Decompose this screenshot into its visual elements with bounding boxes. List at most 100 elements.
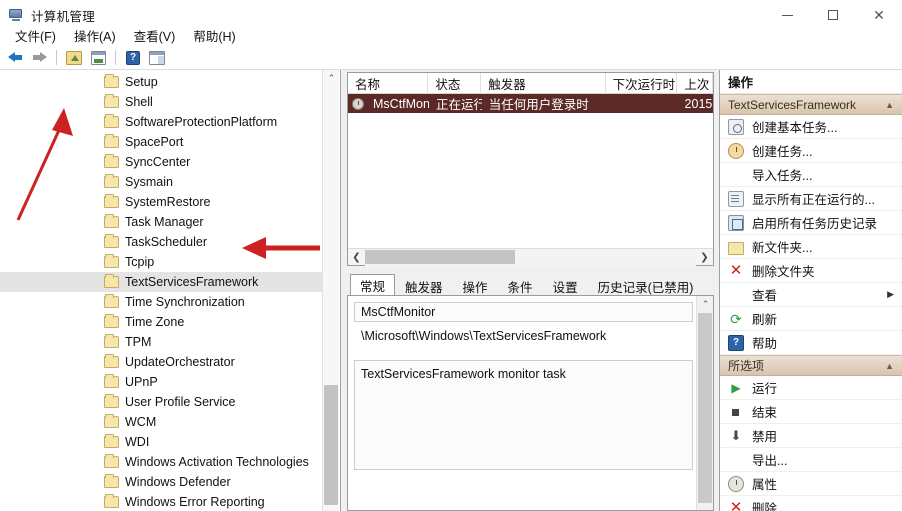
tree-item[interactable]: Setup bbox=[0, 72, 322, 92]
tree-item[interactable]: Sysmain bbox=[0, 172, 322, 192]
action-item[interactable]: 显示所有正在运行的... bbox=[720, 187, 902, 211]
tree-item[interactable]: User Profile Service bbox=[0, 392, 322, 412]
export-icon bbox=[728, 452, 744, 468]
tree-item[interactable]: WDI bbox=[0, 432, 322, 452]
detail-scroll-up-icon[interactable]: ⌃ bbox=[697, 296, 713, 313]
chevron-up-icon[interactable]: ▲ bbox=[885, 100, 894, 110]
tree-item-label: Windows Defender bbox=[125, 475, 231, 489]
menu-file[interactable]: 文件(F) bbox=[6, 24, 65, 47]
action-item[interactable]: ✕ 删除文件夹 bbox=[720, 259, 902, 283]
tree-item[interactable]: SoftwareProtectionPlatform bbox=[0, 112, 322, 132]
action-item[interactable]: ? 帮助 bbox=[720, 331, 902, 355]
tree-item[interactable]: UpdateOrchestrator bbox=[0, 352, 322, 372]
column-header[interactable]: 触发器 bbox=[481, 73, 606, 94]
action-item[interactable]: ✕ 删除 bbox=[720, 496, 902, 511]
hscroll-right-icon[interactable]: ❯ bbox=[696, 249, 713, 266]
action-item[interactable]: 新文件夹... bbox=[720, 235, 902, 259]
task-list-horizontal-scrollbar[interactable]: ❮ ❯ bbox=[348, 248, 713, 266]
tab-3[interactable]: 条件 bbox=[498, 276, 543, 295]
action-item[interactable]: 导出... bbox=[720, 448, 902, 472]
task-name-field: MsCtfMonitor bbox=[354, 302, 693, 322]
tree-item[interactable]: SystemRestore bbox=[0, 192, 322, 212]
tree-item[interactable]: Task Manager bbox=[0, 212, 322, 232]
column-header[interactable]: 上次 bbox=[677, 73, 713, 94]
tree-item-label: UPnP bbox=[125, 375, 158, 389]
column-header[interactable]: 下次运行时间 bbox=[606, 73, 678, 94]
forward-arrow-icon bbox=[32, 51, 47, 64]
tree-item[interactable]: Windows Defender bbox=[0, 472, 322, 492]
action-item[interactable]: 创建任务... bbox=[720, 139, 902, 163]
hscroll-thumb[interactable] bbox=[365, 249, 515, 264]
hscroll-track[interactable] bbox=[365, 248, 696, 266]
create-task-icon bbox=[728, 142, 744, 159]
tree-item[interactable]: Shell bbox=[0, 92, 322, 112]
tree-scroll-up-icon[interactable]: ⌃ bbox=[323, 70, 340, 87]
action-item[interactable]: ⟳ 刷新 bbox=[720, 307, 902, 331]
tree-item[interactable]: Tcpip bbox=[0, 252, 322, 272]
detail-vertical-scrollbar[interactable]: ⌃ bbox=[696, 296, 713, 510]
action-item[interactable]: 结束 bbox=[720, 400, 902, 424]
up-one-level-button[interactable] bbox=[63, 48, 85, 68]
action-item[interactable]: 导入任务... bbox=[720, 163, 902, 187]
forward-button[interactable] bbox=[28, 48, 50, 68]
detail-scroll-thumb[interactable] bbox=[698, 313, 712, 503]
action-item[interactable]: 属性 bbox=[720, 472, 902, 496]
tree-item-label: WDI bbox=[125, 435, 150, 449]
clock-icon bbox=[352, 97, 364, 110]
action-item[interactable]: 创建基本任务... bbox=[720, 115, 902, 139]
tab-5[interactable]: 历史记录(已禁用) bbox=[588, 276, 704, 295]
tree-item[interactable]: Time Synchronization bbox=[0, 292, 322, 312]
column-header[interactable]: 状态 bbox=[428, 73, 482, 94]
tree-item-label: Windows Activation Technologies bbox=[125, 455, 309, 469]
folder-icon bbox=[104, 254, 119, 268]
column-header[interactable]: 名称 bbox=[348, 73, 429, 94]
action-item[interactable]: ⬇ 禁用 bbox=[720, 424, 902, 448]
action-item[interactable]: 启用所有任务历史记录 bbox=[720, 211, 902, 235]
tab-label: 条件 bbox=[507, 280, 533, 295]
actions-pane-title: 操作 bbox=[720, 70, 902, 94]
help-button[interactable]: ? bbox=[122, 48, 144, 68]
actions-section-header[interactable]: TextServicesFramework ▲ bbox=[720, 94, 902, 115]
tree-item[interactable]: TaskScheduler bbox=[0, 232, 322, 252]
tree-item[interactable]: WCM bbox=[0, 412, 322, 432]
tab-2[interactable]: 操作 bbox=[453, 276, 498, 295]
tree-vertical-scrollbar[interactable]: ⌃ bbox=[322, 70, 339, 511]
tab-0[interactable]: 常规 bbox=[350, 274, 396, 295]
tree-scroll-thumb[interactable] bbox=[324, 385, 338, 505]
tab-4[interactable]: 设置 bbox=[543, 276, 588, 295]
tree-item[interactable]: SpacePort bbox=[0, 132, 322, 152]
menu-help[interactable]: 帮助(H) bbox=[184, 24, 244, 47]
tree-item-label: SoftwareProtectionPlatform bbox=[125, 115, 278, 129]
hscroll-left-icon[interactable]: ❮ bbox=[348, 249, 365, 266]
tree-item[interactable]: TPM bbox=[0, 332, 322, 352]
tree-item-label: Tcpip bbox=[125, 255, 155, 269]
folder-icon bbox=[104, 414, 119, 428]
task-last-run-cell: 2015 bbox=[684, 96, 713, 111]
menu-action[interactable]: 操作(A) bbox=[65, 24, 125, 47]
tree-item[interactable]: Windows Error Reporting bbox=[0, 492, 322, 511]
tree-item[interactable]: TextServicesFramework bbox=[0, 272, 322, 292]
show-panes-icon bbox=[149, 50, 165, 65]
tree-item[interactable]: UPnP bbox=[0, 372, 322, 392]
console-tree: Setup Shell SoftwareProtectionPlatform Spac… bbox=[0, 72, 322, 511]
table-row[interactable]: MsCtfMonitor 正在运行当任何用户登录时 2015 bbox=[348, 94, 713, 113]
action-item-label: 新文件夹... bbox=[752, 241, 813, 255]
menu-view[interactable]: 查看(V) bbox=[125, 24, 185, 47]
disable-icon: ⬇ bbox=[730, 427, 742, 443]
folder-icon bbox=[104, 294, 119, 308]
properties-button[interactable] bbox=[87, 48, 109, 68]
tree-item[interactable]: SyncCenter bbox=[0, 152, 322, 172]
tree-item[interactable]: Windows Activation Technologies bbox=[0, 452, 322, 472]
back-arrow-icon bbox=[7, 51, 23, 64]
folder-icon bbox=[104, 74, 119, 88]
action-item[interactable]: ▶ 运行 bbox=[720, 376, 902, 400]
tab-label: 操作 bbox=[462, 280, 488, 295]
properties-icon bbox=[90, 50, 106, 65]
tab-1[interactable]: 触发器 bbox=[395, 276, 453, 295]
tree-item[interactable]: Time Zone bbox=[0, 312, 322, 332]
actions-section-header[interactable]: 所选项 ▲ bbox=[720, 355, 902, 376]
action-item[interactable]: 查看 ▶ bbox=[720, 283, 902, 307]
show-panes-button[interactable] bbox=[146, 48, 168, 68]
back-button[interactable] bbox=[4, 48, 26, 68]
chevron-up-icon[interactable]: ▲ bbox=[885, 361, 894, 371]
